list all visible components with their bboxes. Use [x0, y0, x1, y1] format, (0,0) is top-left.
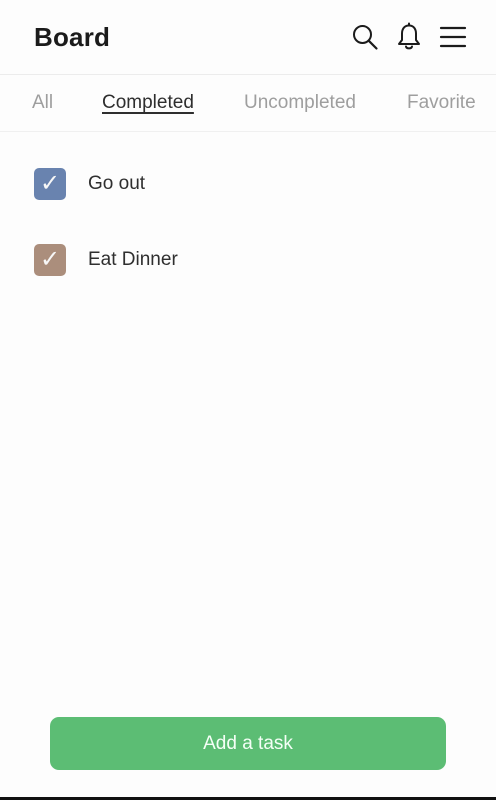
page-title: Board — [34, 22, 111, 52]
board-screen: Board All Completed Uncompleted Favorite… — [0, 0, 496, 800]
task-checkbox[interactable]: ✓ — [34, 168, 66, 200]
task-label: Go out — [88, 173, 146, 194]
task-label: Eat Dinner — [88, 249, 178, 270]
check-icon: ✓ — [39, 246, 61, 273]
hamburger-menu-icon[interactable] — [438, 20, 468, 54]
add-task-button[interactable]: Add a task — [50, 717, 446, 770]
filter-tabs: All Completed Uncompleted Favorite — [0, 75, 496, 132]
check-icon: ✓ — [39, 170, 61, 197]
tab-completed[interactable]: Completed — [102, 92, 194, 114]
tab-uncompleted[interactable]: Uncompleted — [244, 92, 356, 114]
tab-favorite[interactable]: Favorite — [407, 92, 476, 114]
task-checkbox[interactable]: ✓ — [34, 244, 66, 276]
task-item[interactable]: ✓ Go out — [34, 166, 145, 202]
search-icon[interactable] — [350, 20, 380, 54]
tab-all[interactable]: All — [32, 92, 53, 114]
task-item[interactable]: ✓ Eat Dinner — [34, 242, 178, 278]
bell-icon[interactable] — [394, 20, 424, 54]
app-bar: Board — [0, 0, 496, 75]
